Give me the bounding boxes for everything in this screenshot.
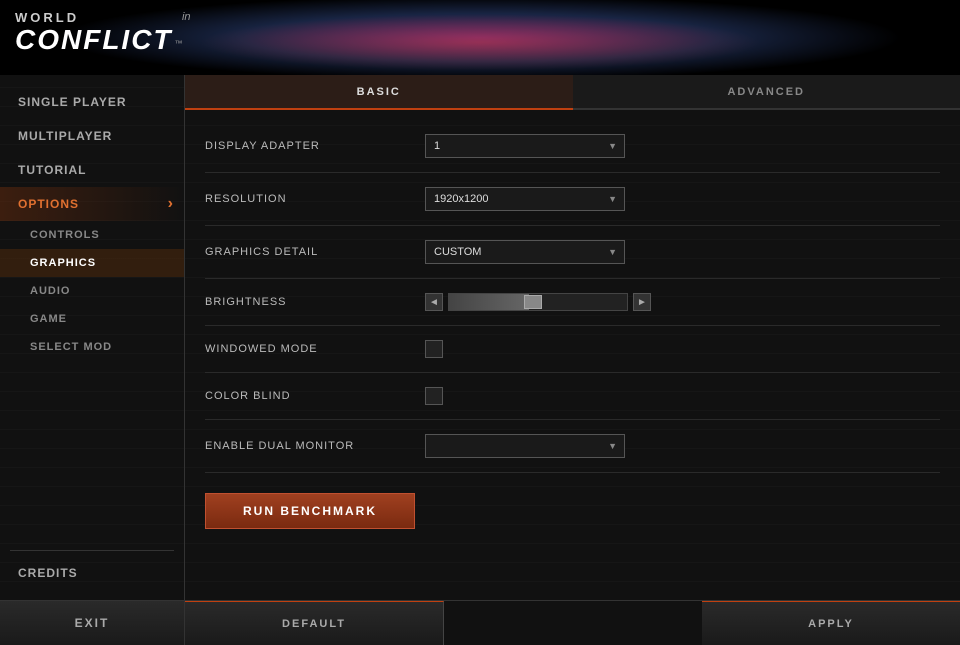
setting-color-blind: COLOR BLIND: [205, 373, 940, 420]
sidebar-divider: [10, 550, 174, 551]
bottom-actions: DEFAULT APPLY: [185, 601, 960, 645]
control-color-blind: [425, 387, 940, 405]
setting-brightness: BRIGHTNESS ◄ ►: [205, 279, 940, 326]
graphics-detail-select[interactable]: CUSTOM LOW MEDIUM HIGH ULTRA: [425, 240, 625, 264]
spacer: [444, 601, 702, 645]
sidebar-item-tutorial[interactable]: TUTORIAL: [0, 153, 184, 187]
dual-monitor-dropdown-wrapper: ON OFF: [425, 434, 625, 458]
setting-windowed-mode: WINDOWED MODE: [205, 326, 940, 373]
label-windowed-mode: WINDOWED MODE: [205, 343, 425, 355]
default-button[interactable]: DEFAULT: [185, 601, 444, 645]
tab-advanced[interactable]: ADVANCED: [573, 75, 960, 110]
sidebar-item-audio[interactable]: AUDIO: [0, 277, 184, 305]
control-dual-monitor: ON OFF: [425, 434, 940, 458]
label-dual-monitor: ENABLE DUAL MONITOR: [205, 440, 425, 452]
sidebar: SINGLE PLAYER MULTIPLAYER TUTORIAL OPTIO…: [0, 75, 185, 600]
sidebar-item-select-mod[interactable]: SELECT MOD: [0, 333, 184, 361]
tab-basic[interactable]: BASIC: [185, 75, 573, 110]
logo-tm-text: ™: [175, 40, 183, 48]
benchmark-section: RUN BENCHMARK: [205, 473, 940, 544]
display-adapter-dropdown-wrapper: 1 2: [425, 134, 625, 158]
logo-world-text: WORLD: [15, 10, 79, 25]
graphics-detail-dropdown-wrapper: CUSTOM LOW MEDIUM HIGH ULTRA: [425, 240, 625, 264]
resolution-dropdown-wrapper: 1920x1200 1680x1050 1440x900 1280x800 10…: [425, 187, 625, 211]
setting-graphics-detail: GRAPHICS DETAIL CUSTOM LOW MEDIUM HIGH U…: [205, 226, 940, 279]
apply-button[interactable]: APPLY: [702, 601, 960, 645]
tabs-bar: BASIC ADVANCED: [185, 75, 960, 110]
label-resolution: RESOLUTION: [205, 193, 425, 205]
sidebar-item-controls[interactable]: CONTROLS: [0, 221, 184, 249]
logo-in-text: in: [182, 12, 191, 23]
exit-button[interactable]: EXIT: [0, 601, 185, 645]
setting-resolution: RESOLUTION 1920x1200 1680x1050 1440x900 …: [205, 173, 940, 226]
brightness-increase-btn[interactable]: ►: [633, 293, 651, 311]
sidebar-item-multiplayer[interactable]: MULTIPLAYER: [0, 119, 184, 153]
setting-display-adapter: DISPLAY ADAPTER 1 2: [205, 120, 940, 173]
bottom-bar: EXIT DEFAULT APPLY: [0, 600, 960, 645]
label-graphics-detail: GRAPHICS DETAIL: [205, 246, 425, 258]
logo-conflict-text: CONFLICT: [15, 24, 173, 55]
display-adapter-select[interactable]: 1 2: [425, 134, 625, 158]
brightness-slider-wrapper: ◄ ►: [425, 293, 651, 311]
game-logo: WORLD in CONFLICT ™: [15, 10, 173, 54]
settings-content: DISPLAY ADAPTER 1 2 RESOLUTION: [185, 110, 960, 600]
run-benchmark-button[interactable]: RUN BENCHMARK: [205, 493, 415, 529]
control-display-adapter: 1 2: [425, 134, 940, 158]
setting-dual-monitor: ENABLE DUAL MONITOR ON OFF: [205, 420, 940, 473]
control-graphics-detail: CUSTOM LOW MEDIUM HIGH ULTRA: [425, 240, 940, 264]
color-blind-checkbox[interactable]: [425, 387, 443, 405]
label-display-adapter: DISPLAY ADAPTER: [205, 140, 425, 152]
dual-monitor-select[interactable]: ON OFF: [425, 434, 625, 458]
main-layout: SINGLE PLAYER MULTIPLAYER TUTORIAL OPTIO…: [0, 75, 960, 600]
sidebar-item-graphics[interactable]: GRAPHICS: [0, 249, 184, 277]
resolution-select[interactable]: 1920x1200 1680x1050 1440x900 1280x800 10…: [425, 187, 625, 211]
header: WORLD in CONFLICT ™: [0, 0, 960, 75]
sidebar-item-credits[interactable]: CREDITS: [0, 556, 184, 590]
main-content: BASIC ADVANCED DISPLAY ADAPTER 1 2: [185, 75, 960, 600]
label-brightness: BRIGHTNESS: [205, 296, 425, 308]
sidebar-item-game[interactable]: GAME: [0, 305, 184, 333]
control-resolution: 1920x1200 1680x1050 1440x900 1280x800 10…: [425, 187, 940, 211]
brightness-decrease-btn[interactable]: ◄: [425, 293, 443, 311]
sidebar-item-single-player[interactable]: SINGLE PLAYER: [0, 85, 184, 119]
control-windowed-mode: [425, 340, 940, 358]
sidebar-item-options[interactable]: OPTIONS: [0, 187, 184, 221]
brightness-slider-fill: [449, 294, 529, 310]
control-brightness: ◄ ►: [425, 293, 940, 311]
brightness-slider-track[interactable]: [448, 293, 628, 311]
brightness-slider-thumb[interactable]: [524, 295, 542, 309]
label-color-blind: COLOR BLIND: [205, 390, 425, 402]
windowed-mode-checkbox[interactable]: [425, 340, 443, 358]
header-glow2-decoration: [200, 10, 760, 75]
